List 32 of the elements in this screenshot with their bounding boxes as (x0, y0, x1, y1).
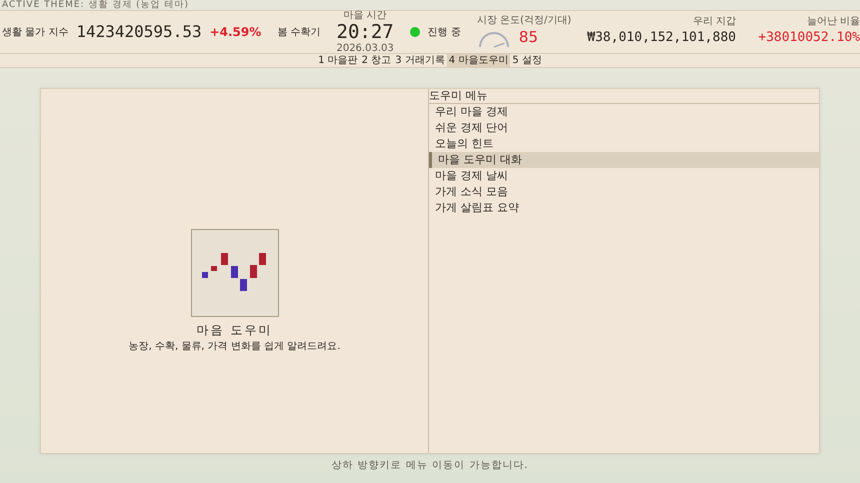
index-value: 1423420595.53 (76, 21, 202, 43)
season-label: 봄 수확기 (277, 26, 320, 40)
date-text: 2026.03.03 (336, 43, 394, 54)
menu-item[interactable]: 우리 마을 경제 (429, 104, 819, 120)
gauge-value: 85 (518, 27, 538, 48)
status-text: 진행 중 (428, 26, 461, 40)
tab[interactable]: 2 창고 (360, 54, 394, 67)
theme-label: ACTIVE THEME: 생활 경제 (농업 테마) (1, 0, 190, 10)
helper-description: 농장, 수확, 물류, 가격 변화를 쉽게 알려드려요. (128, 340, 340, 354)
ratio-label: 늘어난 비율 (806, 16, 860, 26)
wallet-amount: ₩38,010,152,101,880 (587, 28, 736, 46)
menu-title: 도우미 메뉴 (429, 89, 819, 104)
menu-item[interactable]: 가게 살림표 요약 (429, 200, 819, 216)
time-label: 마을 시간 (344, 10, 387, 21)
navigation-hint: 상하 방향키로 메뉴 이동이 가능합니다. (330, 459, 530, 473)
tab[interactable]: 5 설정 (510, 54, 544, 67)
tab[interactable]: 1 마을판 (316, 54, 360, 67)
tab[interactable]: 3 거래기록 (393, 54, 447, 67)
menu-item[interactable]: 마을 경제 날씨 (429, 168, 819, 184)
menu-item[interactable]: 마을 도우미 대화 (429, 152, 819, 168)
menu-item[interactable]: 쉬운 경제 단어 (429, 120, 819, 136)
gauge-label: 시장 온도(걱정/기대) (476, 15, 572, 26)
ratio-value: +38010052.10% (758, 28, 860, 46)
clock-time: 20:27 (336, 21, 394, 43)
wallet-label: 우리 지갑 (692, 16, 736, 26)
helper-name: 마음 도우미 (196, 322, 272, 338)
index-change: +4.59% (210, 24, 262, 41)
index-label: 생활 물가 지수 (2, 26, 68, 40)
candlestick-chart-icon (202, 252, 268, 294)
tab[interactable]: 4 마을도우미 (446, 54, 510, 67)
menu-item[interactable]: 가게 소식 모음 (429, 184, 819, 200)
menu-item[interactable]: 오늘의 힌트 (429, 136, 819, 152)
